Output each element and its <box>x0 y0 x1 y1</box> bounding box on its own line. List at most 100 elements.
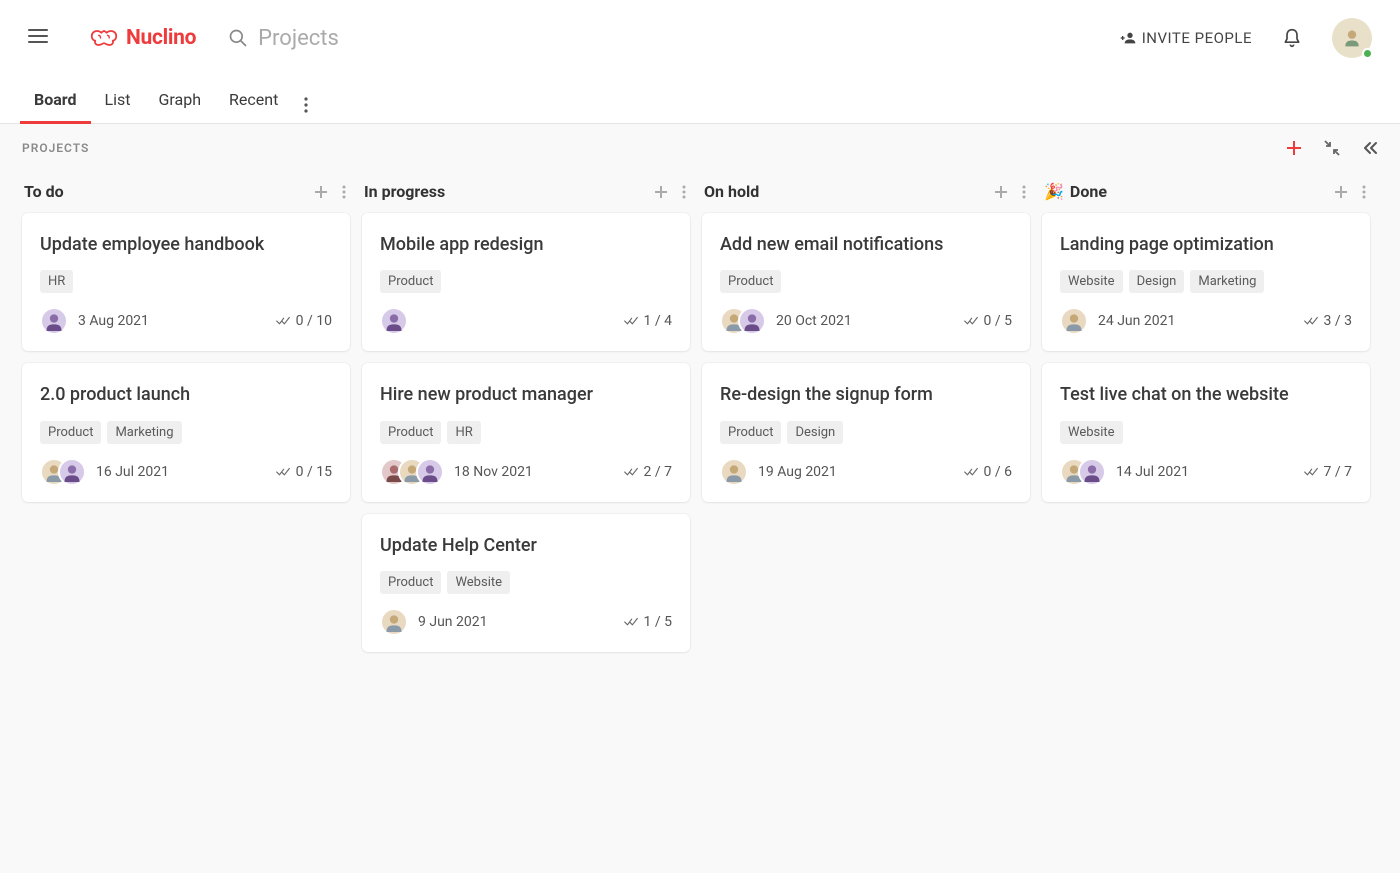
card-date: 3 Aug 2021 <box>78 313 149 329</box>
avatar <box>720 458 748 486</box>
card-footer-left: 16 Jul 2021 <box>40 458 169 486</box>
collapse-button[interactable] <box>1324 140 1340 156</box>
column-header: In progress <box>362 174 690 213</box>
checklist-icon <box>624 467 638 477</box>
avatar <box>380 307 408 335</box>
card-progress: 1 / 4 <box>624 313 672 329</box>
column-more-button[interactable] <box>1362 185 1366 199</box>
card[interactable]: Mobile app redesign Product 1 / 4 <box>362 213 690 351</box>
tab-graph[interactable]: Graph <box>145 78 216 124</box>
card[interactable]: Re-design the signup form ProductDesign … <box>702 363 1030 501</box>
card[interactable]: Update Help Center ProductWebsite 9 Jun … <box>362 514 690 652</box>
card-avatars <box>380 608 408 636</box>
card-date: 20 Oct 2021 <box>776 313 852 329</box>
tab-list[interactable]: List <box>91 78 145 124</box>
column-header: To do <box>22 174 350 213</box>
column-more-button[interactable] <box>682 185 686 199</box>
invite-people-button[interactable]: INVITE PEOPLE <box>1120 29 1252 47</box>
more-vertical-icon <box>682 185 686 199</box>
plus-icon <box>654 185 668 199</box>
column-actions <box>1334 185 1366 199</box>
card[interactable]: 2.0 product launch ProductMarketing 16 J… <box>22 363 350 501</box>
collapse-icon <box>1324 140 1340 156</box>
plus-icon <box>1286 140 1302 156</box>
card-progress: 3 / 3 <box>1304 313 1352 329</box>
card-progress: 0 / 10 <box>276 313 332 329</box>
card-tags: ProductDesign <box>720 421 1012 444</box>
card-date: 24 Jun 2021 <box>1098 313 1175 329</box>
card-tags: Product <box>380 270 672 293</box>
column-todo: To do Update employee handbook HR 3 Aug … <box>22 174 350 853</box>
more-vertical-icon <box>304 97 308 113</box>
tag: Marketing <box>107 421 181 444</box>
search[interactable]: Projects <box>228 26 1120 51</box>
column-add-button[interactable] <box>314 185 328 199</box>
more-vertical-icon <box>1362 185 1366 199</box>
card[interactable]: Test live chat on the website Website 14… <box>1042 363 1370 501</box>
card-tags: Product <box>720 270 1012 293</box>
user-avatar[interactable] <box>1332 18 1372 58</box>
board-title: PROJECTS <box>22 141 89 155</box>
card-progress: 0 / 15 <box>276 464 332 480</box>
checklist-icon <box>276 467 290 477</box>
sidebar-toggle-button[interactable] <box>1362 140 1378 156</box>
card-tags: ProductHR <box>380 421 672 444</box>
card-footer-left: 9 Jun 2021 <box>380 608 487 636</box>
tag: Design <box>1129 270 1185 293</box>
column-more-button[interactable] <box>1022 185 1026 199</box>
tab-label: Recent <box>229 90 278 109</box>
card-footer-left: 18 Nov 2021 <box>380 458 533 486</box>
tabs-more-button[interactable] <box>292 87 320 123</box>
card-footer-left: 14 Jul 2021 <box>1060 458 1189 486</box>
tag: Product <box>380 270 441 293</box>
card[interactable]: Add new email notifications Product 20 O… <box>702 213 1030 351</box>
tag: HR <box>40 270 73 293</box>
tab-recent[interactable]: Recent <box>215 78 292 124</box>
progress-text: 1 / 5 <box>644 614 672 630</box>
search-placeholder: Projects <box>258 26 339 51</box>
more-vertical-icon <box>1022 185 1026 199</box>
search-icon <box>228 28 248 48</box>
hamburger-menu-icon[interactable] <box>28 25 50 47</box>
logo[interactable]: Nuclino <box>90 26 196 50</box>
card-footer-left: 20 Oct 2021 <box>720 307 852 335</box>
column-inprogress: In progress Mobile app redesign Product … <box>362 174 690 853</box>
card-title: Hire new product manager <box>380 383 672 406</box>
card-avatars <box>380 307 408 335</box>
card-title: 2.0 product launch <box>40 383 332 406</box>
column-add-button[interactable] <box>654 185 668 199</box>
column-add-button[interactable] <box>1334 185 1348 199</box>
tab-board[interactable]: Board <box>20 78 91 124</box>
card-footer: 18 Nov 2021 2 / 7 <box>380 458 672 486</box>
column-title-wrap: In progress <box>364 182 445 201</box>
tag: Product <box>720 270 781 293</box>
plus-icon <box>1334 185 1348 199</box>
column-add-button[interactable] <box>994 185 1008 199</box>
brain-icon <box>90 27 118 49</box>
progress-text: 0 / 10 <box>296 313 332 329</box>
card-avatars <box>40 307 68 335</box>
card-footer: 1 / 4 <box>380 307 672 335</box>
card-date: 14 Jul 2021 <box>1116 464 1189 480</box>
card-footer: 14 Jul 2021 7 / 7 <box>1060 458 1352 486</box>
column-title: To do <box>24 182 64 201</box>
card[interactable]: Landing page optimization WebsiteDesignM… <box>1042 213 1370 351</box>
bell-icon <box>1282 27 1302 49</box>
card-title: Update employee handbook <box>40 233 332 256</box>
notifications-button[interactable] <box>1282 27 1302 49</box>
invite-label: INVITE PEOPLE <box>1142 29 1252 47</box>
tag: Design <box>787 421 843 444</box>
card-footer: 20 Oct 2021 0 / 5 <box>720 307 1012 335</box>
column-actions <box>994 185 1026 199</box>
card[interactable]: Update employee handbook HR 3 Aug 2021 0… <box>22 213 350 351</box>
card[interactable]: Hire new product manager ProductHR 18 No… <box>362 363 690 501</box>
card-date: 16 Jul 2021 <box>96 464 169 480</box>
column-header: 🎉 Done <box>1042 174 1370 213</box>
column-more-button[interactable] <box>342 185 346 199</box>
add-item-button[interactable] <box>1286 140 1302 156</box>
checklist-icon <box>964 467 978 477</box>
checklist-icon <box>624 316 638 326</box>
progress-text: 0 / 6 <box>984 464 1012 480</box>
column-title: On hold <box>704 182 759 201</box>
tab-label: Board <box>34 90 77 109</box>
